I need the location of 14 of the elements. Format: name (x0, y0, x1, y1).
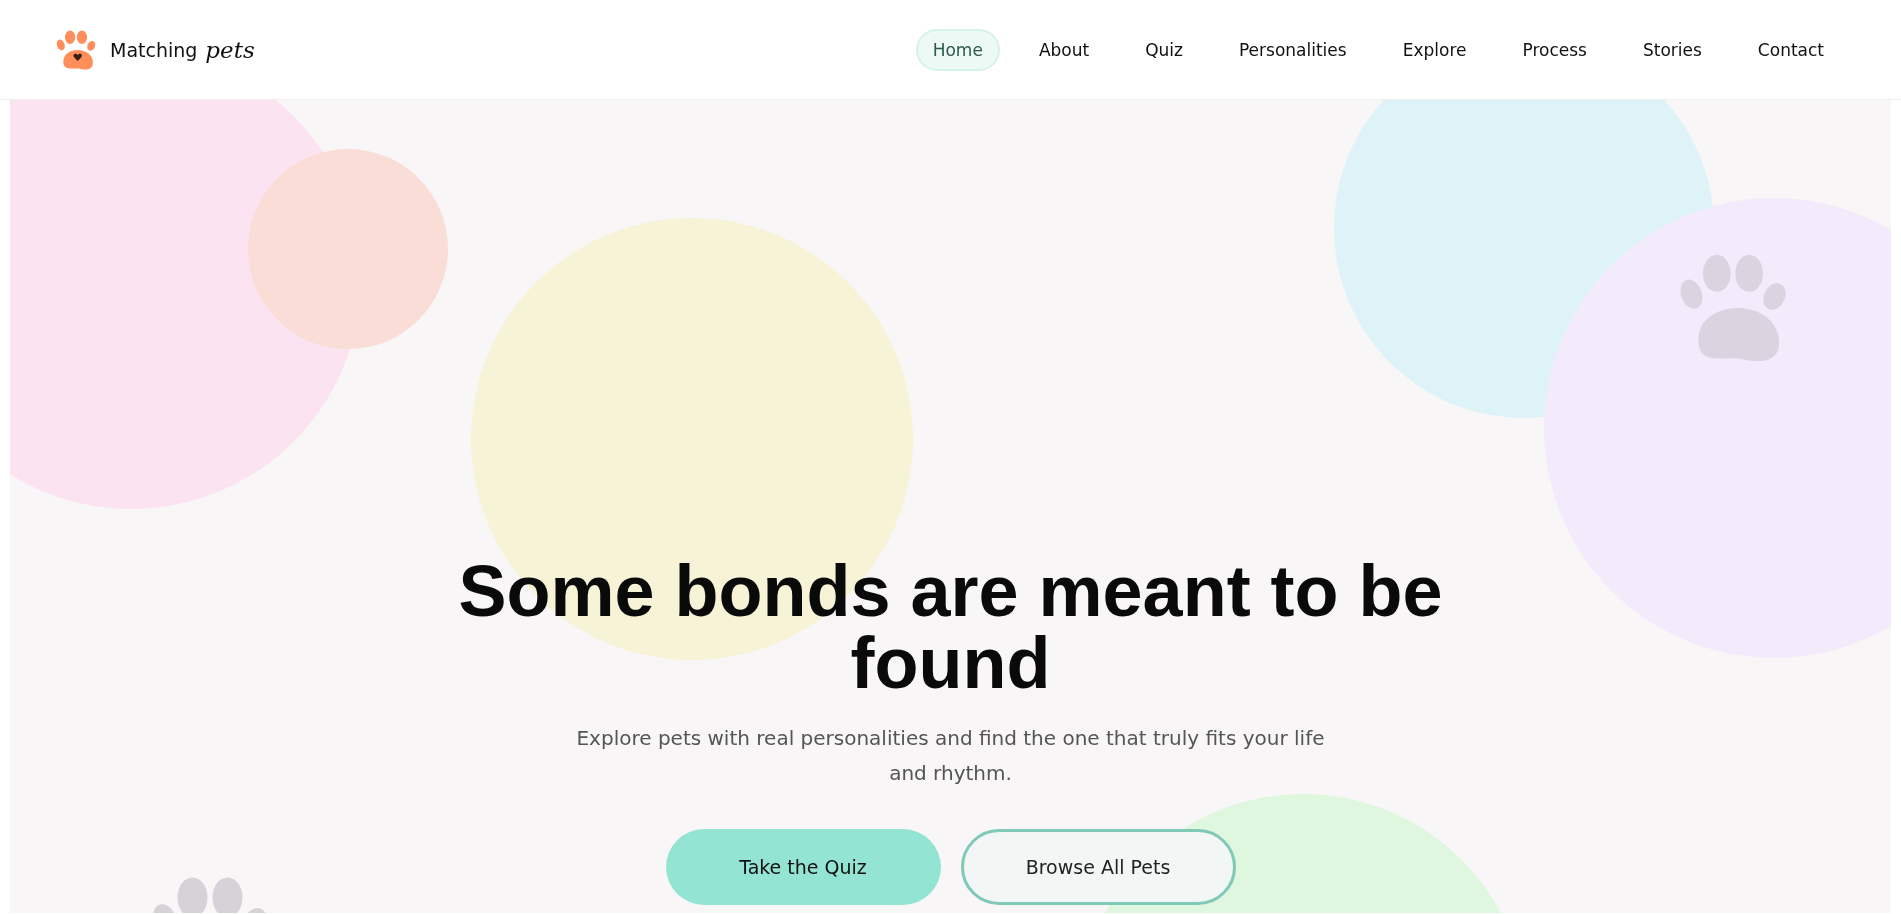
nav-link[interactable]: Process (1505, 28, 1604, 71)
brand-accent: pets (205, 36, 255, 63)
nav-link[interactable]: Explore (1385, 28, 1484, 71)
nav-link[interactable]: About (1021, 28, 1107, 71)
brand-name: Matching (110, 38, 198, 61)
nav-link[interactable]: Contact (1740, 28, 1841, 71)
nav-link[interactable]: Stories (1625, 28, 1719, 71)
nav-link[interactable]: Quiz (1128, 28, 1200, 71)
hero-headline: Some bonds are meant to be found (457, 555, 1444, 699)
browse-button[interactable]: Browse All Pets (960, 829, 1236, 905)
hero-subtitle: Explore pets with real personalities and find the one that truly fits your life and rhythm. (575, 725, 1326, 787)
quiz-button[interactable]: Take the Quiz (665, 829, 941, 905)
nav-link[interactable]: Personalities (1221, 28, 1364, 71)
nav-link[interactable]: Home (915, 28, 1000, 71)
